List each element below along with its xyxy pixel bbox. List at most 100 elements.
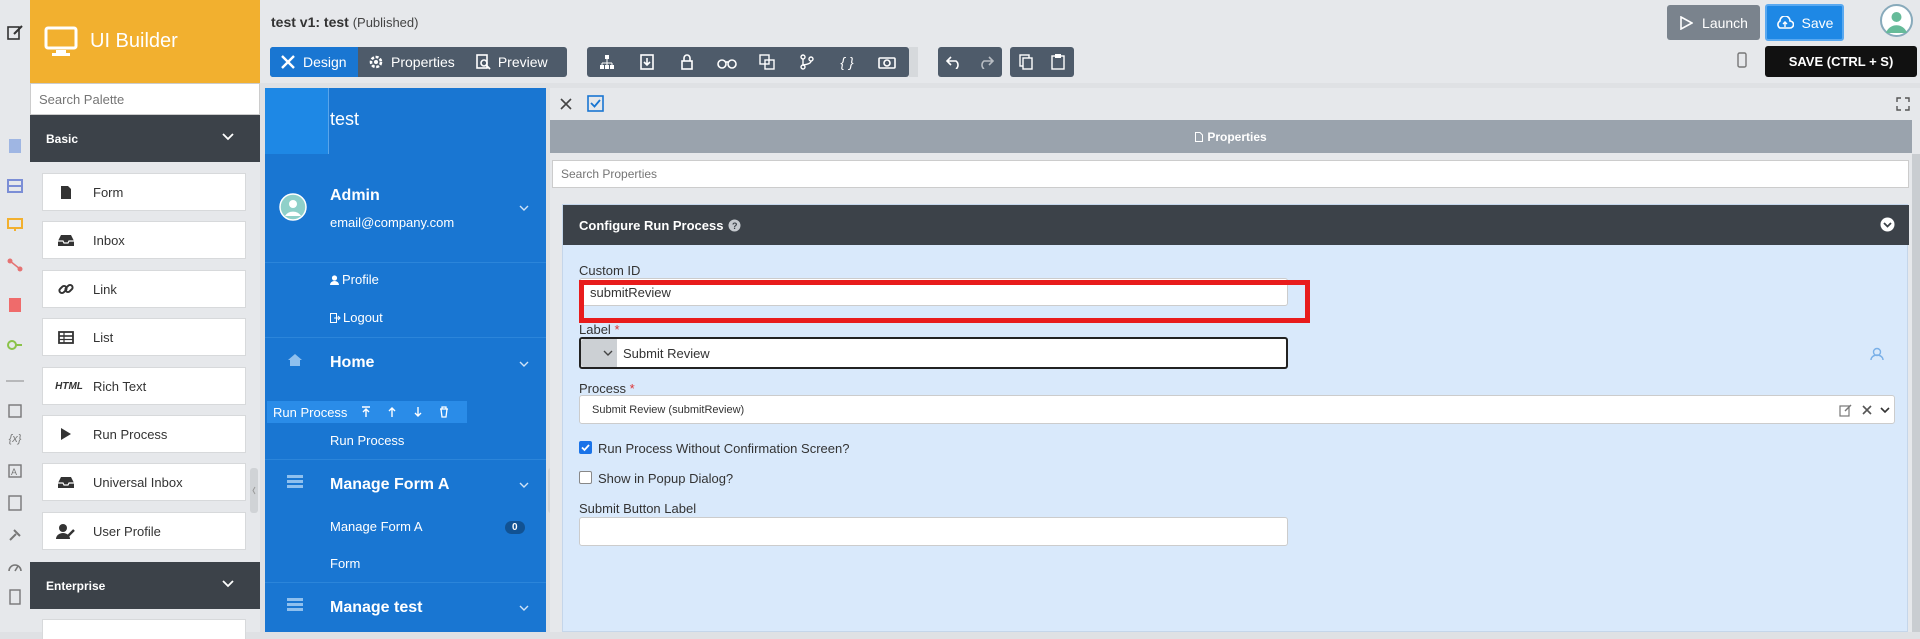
palette-item-inbox[interactable]: Inbox [42, 221, 246, 259]
canvas-menu-manage-test[interactable]: Manage test [265, 583, 546, 632]
translate-icon[interactable] [747, 47, 787, 77]
list-icon [287, 598, 303, 611]
help-icon[interactable]: ? [728, 219, 741, 232]
process-select[interactable]: Submit Review (submitReview) [579, 395, 1895, 424]
palette-item-partial[interactable] [42, 619, 246, 639]
canvas-manage-form-a-item[interactable]: Manage Form A 0 [265, 509, 546, 546]
popup-dialog-label: Show in Popup Dialog? [598, 471, 734, 486]
document-icon[interactable] [6, 137, 24, 155]
language-select[interactable] [581, 339, 617, 367]
copy-icon[interactable] [1010, 47, 1042, 77]
design-canvas[interactable]: test Admin email@company.com Profile Log… [265, 88, 546, 632]
edit-icon[interactable] [6, 23, 24, 41]
save-button[interactable]: Save [1765, 4, 1844, 41]
image-file-icon[interactable] [6, 494, 24, 512]
label-field[interactable]: Submit Review [579, 337, 1288, 369]
palette-item-link[interactable]: Link [42, 270, 246, 308]
configure-section-header[interactable]: Configure Run Process ? [563, 205, 1909, 245]
lock-icon[interactable] [667, 47, 707, 77]
pdf-icon[interactable] [6, 296, 24, 314]
palette-item-universal-inbox[interactable]: Universal Inbox [42, 463, 246, 501]
palette-item-user-profile[interactable]: User Profile [42, 512, 246, 550]
trash-icon[interactable] [439, 406, 449, 418]
launch-button[interactable]: Launch [1667, 5, 1760, 40]
canvas-form-item[interactable]: Form [265, 546, 546, 583]
variable-icon[interactable]: {x} [6, 430, 24, 448]
chevron-down-icon [222, 580, 234, 588]
palette-section-basic[interactable]: Basic [30, 115, 260, 162]
undo-icon[interactable] [938, 47, 970, 77]
camera-icon[interactable] [867, 47, 907, 77]
paste-icon[interactable] [1042, 47, 1074, 77]
mobile-preview-icon[interactable] [1737, 52, 1747, 68]
palette-item-rich-text[interactable]: HTML Rich Text [42, 367, 246, 405]
chevron-down-icon [222, 133, 234, 141]
branch-icon[interactable] [787, 47, 827, 77]
canvas-profile-link[interactable]: Profile [265, 263, 546, 300]
brand-header[interactable]: UI Builder [30, 0, 260, 83]
popup-dialog-checkbox[interactable] [579, 471, 592, 484]
app-title: test v1: test (Published) [271, 14, 418, 30]
move-up-icon[interactable] [387, 406, 397, 418]
canvas-logo[interactable] [265, 88, 329, 154]
canvas-menu-manage-form-a[interactable]: Manage Form A [265, 460, 546, 509]
plugin-icon[interactable] [6, 526, 24, 544]
palette-section-enterprise[interactable]: Enterprise [30, 562, 260, 609]
palette-item-label: Link [93, 281, 117, 297]
tree-icon[interactable] [587, 47, 627, 77]
canvas-title[interactable]: test [330, 109, 359, 130]
canvas-logout-link[interactable]: Logout [265, 300, 546, 338]
properties-scrollbar[interactable] [1912, 154, 1920, 632]
palette-splitter-handle[interactable] [250, 468, 258, 513]
tab-preview-label: Preview [497, 54, 548, 70]
scroll-icon[interactable] [6, 588, 24, 606]
gauge-icon[interactable] [6, 557, 24, 575]
fullscreen-icon[interactable] [1896, 97, 1910, 111]
chevron-circle-down-icon[interactable] [1880, 217, 1895, 232]
move-to-top-icon[interactable] [361, 406, 371, 418]
canvas-run-process-item[interactable]: Run Process [265, 423, 546, 460]
highlight-annotation [579, 280, 1310, 323]
binoculars-icon[interactable] [707, 47, 747, 77]
close-icon[interactable] [560, 98, 572, 110]
home-icon [287, 353, 303, 367]
toolbar-scroll-handle[interactable] [909, 47, 918, 77]
clear-icon[interactable] [1862, 405, 1872, 415]
play-icon [55, 427, 77, 441]
logout-label: Logout [343, 310, 383, 325]
code-braces-icon[interactable]: { } [827, 47, 867, 77]
key-icon[interactable] [6, 336, 24, 354]
edit-icon[interactable] [1839, 404, 1852, 417]
palette-item-list[interactable]: List [42, 318, 246, 356]
palette-item-form[interactable]: Form [42, 173, 246, 211]
canvas-menu-home[interactable]: Home [265, 338, 546, 388]
submit-button-label-field[interactable] [579, 517, 1288, 546]
chevron-down-icon[interactable] [1880, 407, 1890, 413]
move-down-icon[interactable] [413, 406, 423, 418]
table-icon[interactable] [6, 177, 24, 195]
properties-search-input[interactable] [552, 160, 1909, 188]
translate-person-icon[interactable] [1870, 347, 1884, 361]
palette-item-run-process[interactable]: Run Process [42, 415, 246, 453]
avatar[interactable] [1880, 4, 1913, 37]
component-palette: Basic Form Inbox Link List HTML Rich Tex… [30, 83, 260, 639]
palette-search-input[interactable] [30, 83, 260, 115]
link-icon [55, 281, 77, 297]
redo-icon[interactable] [970, 47, 1002, 77]
export-icon[interactable] [627, 47, 667, 77]
user-name: Admin [330, 187, 380, 204]
monitor-icon[interactable] [6, 216, 24, 234]
svg-text:A: A [11, 467, 17, 477]
translate-icon[interactable]: A [6, 462, 24, 480]
note-icon[interactable] [6, 402, 24, 420]
tool-group: { } [587, 47, 909, 77]
workflow-icon[interactable] [6, 256, 24, 274]
tab-properties[interactable]: Properties [358, 47, 465, 77]
avatar [279, 193, 307, 221]
apply-checkbox-icon[interactable] [587, 95, 604, 112]
tab-preview[interactable]: Preview [465, 47, 558, 77]
canvas-user-panel[interactable]: Admin email@company.com [265, 154, 546, 263]
palette-item-label: Inbox [93, 232, 125, 248]
tab-design[interactable]: Design [270, 47, 358, 77]
no-confirmation-checkbox[interactable] [579, 441, 592, 454]
